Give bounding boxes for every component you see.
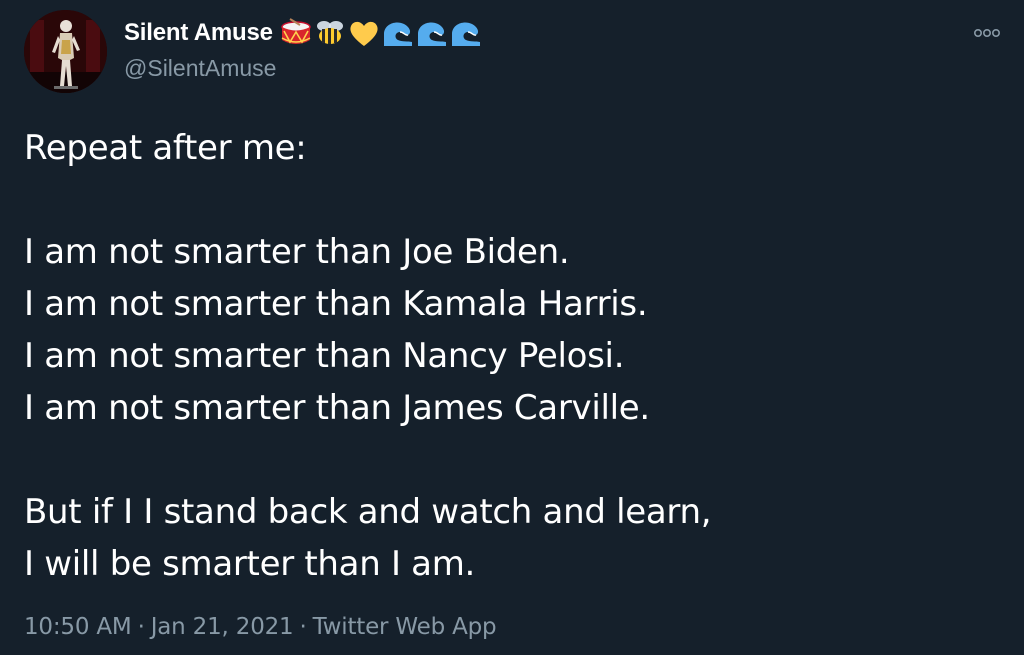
avatar[interactable] [24,10,107,93]
tweet-line: I will be smarter than I am. [24,544,476,584]
drum-icon [280,18,312,48]
tweet-date[interactable]: Jan 21, 2021 [151,614,294,640]
tweet-source-link[interactable]: Twitter Web App [313,614,497,640]
more-options-icon[interactable] [972,22,1002,44]
bee-icon [314,18,346,48]
tweet-line: But if I I stand back and watch and lear… [24,492,712,532]
tweet-line: I am not smarter than James Carville. [24,388,650,428]
tweet-metadata: 10:50 AM · Jan 21, 2021 · Twitter Web App [24,614,497,640]
display-name[interactable]: Silent Amuse [124,19,273,47]
tweet-card: Silent Amuse @SilentAmuse Repeat after m… [0,0,1024,655]
meta-separator: · [137,614,145,640]
tweet-timestamp[interactable]: 10:50 AM [24,614,132,640]
user-handle[interactable]: @SilentAmuse [124,55,482,82]
tweet-line: Repeat after me: [24,128,307,168]
tweet-header: Silent Amuse @SilentAmuse [124,16,482,86]
name-emojis [280,18,482,48]
name-row: Silent Amuse [124,16,482,50]
tweet-line: I am not smarter than Nancy Pelosi. [24,336,625,376]
tweet-line: I am not smarter than Joe Biden. [24,232,570,272]
wave-icon [450,18,482,48]
meta-separator: · [299,614,307,640]
tweet-line: I am not smarter than Kamala Harris. [24,284,648,324]
tweet-text: Repeat after me: I am not smarter than J… [24,122,984,590]
wave-icon [416,18,448,48]
yellow-heart-icon [348,18,380,48]
wave-icon [382,18,414,48]
